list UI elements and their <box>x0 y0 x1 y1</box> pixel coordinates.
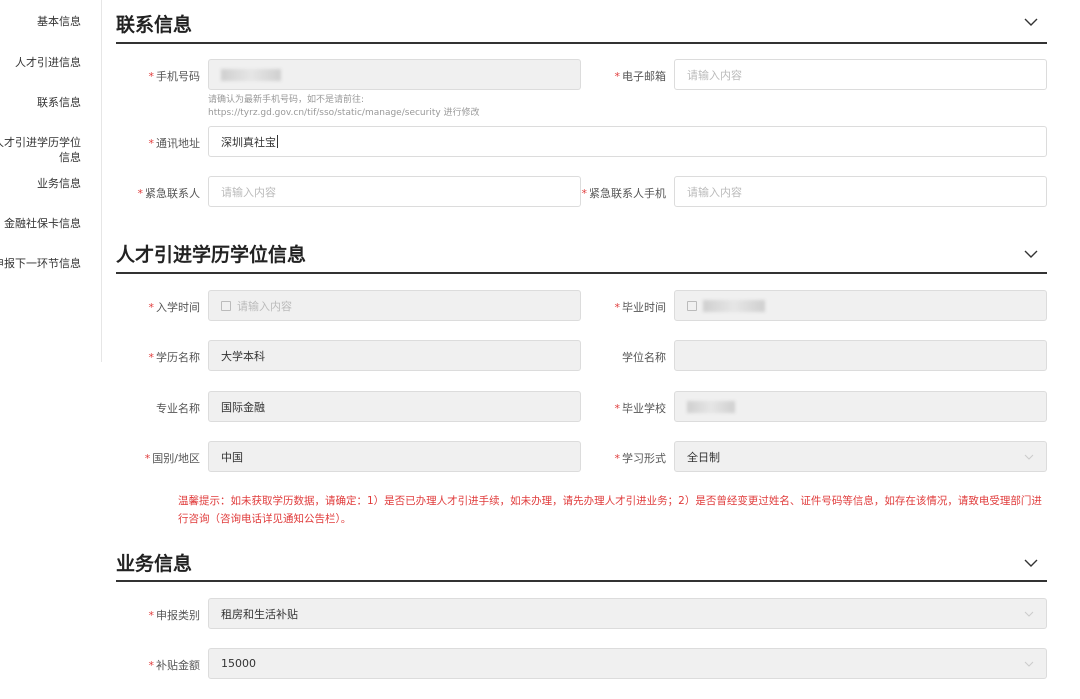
emergency-phone-label: * 紧急联系人手机 <box>581 187 667 200</box>
address-label: * 通讯地址 <box>148 137 201 150</box>
business-section-title: 业务信息 <box>116 553 193 575</box>
sidebar-item-business[interactable]: 业务信息 <box>0 176 81 191</box>
form-main: 联系信息 * 手机号码 请确认为最新手机号码，如不是请前往: https://ty… <box>116 0 1047 699</box>
phone-value-redacted <box>221 68 281 81</box>
education-warning: 温馨提示：如未获取学历数据，请确定：1）是否已办理人才引进手续，如未办理，请先办… <box>178 495 1042 525</box>
graduate-time-label: * 毕业时间 <box>614 301 667 314</box>
country-label: * 国别/地区 <box>144 452 200 465</box>
chevron-down-icon[interactable] <box>1023 246 1039 262</box>
diploma-name-label: 学位名称 <box>622 351 666 364</box>
sidebar-item-basic-info[interactable]: 基本信息 <box>0 14 81 29</box>
study-form-select[interactable]: 全日制 <box>674 441 1047 472</box>
phone-field[interactable] <box>208 59 581 90</box>
sidebar-item-talent-intro[interactable]: 人才引进信息 <box>0 55 81 70</box>
school-field[interactable] <box>674 391 1047 422</box>
address-field[interactable]: 深圳真社宝 <box>208 126 1047 157</box>
declare-type-select[interactable]: 租房和生活补贴 <box>208 598 1047 629</box>
sidebar-item-education[interactable]: 人才引进学历学位信息 <box>0 135 81 165</box>
degree-name-field[interactable]: 大学本科 <box>208 340 581 371</box>
major-field[interactable]: 国际金融 <box>208 391 581 422</box>
phone-label: * 手机号码 <box>148 70 201 83</box>
sidebar-item-next-step[interactable]: 申报下一环节信息 <box>0 256 81 271</box>
sidebar-nav: 基本信息 人才引进信息 联系信息 人才引进学历学位信息 业务信息 金融社保卡信息… <box>0 0 102 362</box>
education-section-title: 人才引进学历学位信息 <box>116 244 307 266</box>
select-caret-icon <box>1024 661 1034 667</box>
graduate-time-field[interactable] <box>674 290 1047 321</box>
contact-section-header: 联系信息 <box>116 0 1047 44</box>
study-form-label: * 学习形式 <box>614 452 667 465</box>
chevron-down-icon[interactable] <box>1023 14 1039 30</box>
emergency-contact-label: * 紧急联系人 <box>137 187 201 200</box>
select-caret-icon <box>1024 611 1034 617</box>
calendar-icon <box>221 300 231 311</box>
school-label: * 毕业学校 <box>614 402 667 415</box>
sidebar-item-contact[interactable]: 联系信息 <box>0 95 81 110</box>
enroll-time-label: * 入学时间 <box>148 301 201 314</box>
enroll-time-field[interactable]: 请输入内容 <box>208 290 581 321</box>
calendar-icon <box>687 300 697 311</box>
chevron-down-icon[interactable] <box>1023 555 1039 571</box>
emergency-contact-field[interactable]: 请输入内容 <box>208 176 581 207</box>
sidebar-item-social-card[interactable]: 金融社保卡信息 <box>0 216 81 231</box>
major-label: 专业名称 <box>156 402 200 415</box>
email-field[interactable]: 请输入内容 <box>674 59 1047 90</box>
emergency-phone-field[interactable]: 请输入内容 <box>674 176 1047 207</box>
diploma-name-field[interactable] <box>674 340 1047 371</box>
subsidy-amount-select[interactable]: 15000 <box>208 648 1047 679</box>
graduate-time-redacted <box>703 299 765 312</box>
country-field[interactable]: 中国 <box>208 441 581 472</box>
education-section-header: 人才引进学历学位信息 <box>116 230 1047 274</box>
degree-name-label: * 学历名称 <box>148 351 201 364</box>
phone-hint: 请确认为最新手机号码，如不是请前往: https://tyrz.gd.gov.c… <box>208 95 480 118</box>
school-value-redacted <box>687 400 735 413</box>
declare-type-label: * 申报类别 <box>148 609 201 622</box>
subsidy-amount-label: * 补贴金额 <box>148 659 201 672</box>
business-section-header: 业务信息 <box>116 538 1047 582</box>
select-caret-icon <box>1024 454 1034 460</box>
email-label: * 电子邮箱 <box>614 70 667 83</box>
contact-section-title: 联系信息 <box>116 14 193 36</box>
